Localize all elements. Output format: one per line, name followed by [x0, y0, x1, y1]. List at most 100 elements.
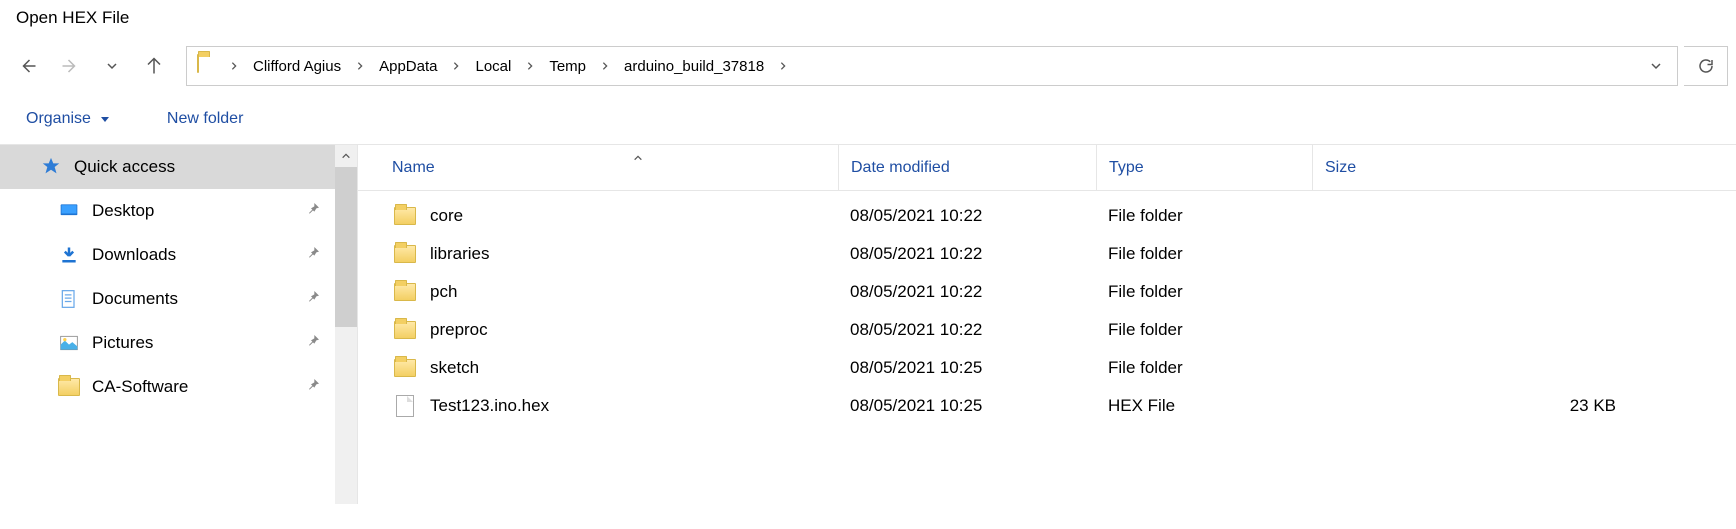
column-header-label: Name [392, 159, 435, 177]
file-list: core 08/05/2021 10:22 File folder librar… [358, 191, 1736, 425]
column-header-label: Date modified [851, 159, 950, 177]
chevron-right-icon[interactable] [521, 61, 539, 71]
breadcrumb-item[interactable]: AppData [373, 54, 443, 79]
list-item[interactable]: Test123.ino.hex 08/05/2021 10:25 HEX Fil… [358, 387, 1736, 425]
star-pin-icon [40, 156, 62, 178]
sidebar-item-label: Documents [92, 289, 178, 309]
window-title: Open HEX File [0, 0, 1736, 38]
folder-icon [58, 376, 80, 398]
scrollbar-track[interactable] [335, 167, 357, 504]
pictures-icon [58, 332, 80, 354]
file-type: File folder [1096, 282, 1312, 302]
scroll-up-button[interactable] [335, 145, 357, 167]
back-button[interactable] [10, 48, 46, 84]
new-folder-button[interactable]: New folder [167, 110, 243, 128]
up-button[interactable] [136, 48, 172, 84]
list-item[interactable]: pch 08/05/2021 10:22 File folder [358, 273, 1736, 311]
downloads-icon [58, 244, 80, 266]
toolbar: Organise New folder [0, 94, 1736, 145]
sidebar-item-documents[interactable]: Documents [0, 277, 357, 321]
sidebar-item-pictures[interactable]: Pictures [0, 321, 357, 365]
folder-icon [394, 357, 416, 379]
file-list-panel: Name Date modified Type Size core 08/05/… [358, 145, 1736, 504]
file-icon [394, 395, 416, 417]
breadcrumb-item[interactable]: arduino_build_37818 [618, 54, 770, 79]
pin-icon [305, 289, 321, 310]
organise-label: Organise [26, 110, 91, 128]
chevron-up-icon [341, 151, 351, 161]
file-name: sketch [430, 358, 479, 378]
file-date: 08/05/2021 10:22 [838, 320, 1096, 340]
file-type: File folder [1096, 358, 1312, 378]
list-item[interactable]: core 08/05/2021 10:22 File folder [358, 197, 1736, 235]
column-header-name[interactable]: Name [358, 159, 838, 177]
chevron-down-icon [1650, 60, 1662, 72]
pin-icon [305, 245, 321, 266]
chevron-right-icon[interactable] [774, 61, 792, 71]
breadcrumb: Clifford Agius AppData Local Temp arduin… [193, 54, 1641, 79]
sidebar: Quick access Desktop Downloads [0, 145, 358, 504]
file-date: 08/05/2021 10:22 [838, 206, 1096, 226]
chevron-right-icon[interactable] [351, 61, 369, 71]
file-name: core [430, 206, 463, 226]
file-type: HEX File [1096, 396, 1312, 416]
column-headers: Name Date modified Type Size [358, 145, 1736, 191]
scrollbar-thumb[interactable] [335, 167, 357, 327]
pin-icon [305, 377, 321, 398]
sidebar-item-ca-software[interactable]: CA-Software [0, 365, 357, 409]
recent-locations-button[interactable] [94, 48, 130, 84]
sidebar-item-label: Downloads [92, 245, 176, 265]
breadcrumb-item[interactable]: Temp [543, 54, 592, 79]
column-header-label: Size [1325, 159, 1356, 177]
address-bar[interactable]: Clifford Agius AppData Local Temp arduin… [186, 46, 1678, 86]
file-name: libraries [430, 244, 490, 264]
desktop-icon [58, 200, 80, 222]
documents-icon [58, 288, 80, 310]
file-date: 08/05/2021 10:25 [838, 396, 1096, 416]
file-date: 08/05/2021 10:22 [838, 282, 1096, 302]
file-size: 23 KB [1312, 396, 1736, 416]
folder-icon [394, 319, 416, 341]
chevron-right-icon[interactable] [447, 61, 465, 71]
sidebar-item-quick-access[interactable]: Quick access [0, 145, 357, 189]
navigation-row: Clifford Agius AppData Local Temp arduin… [0, 38, 1736, 94]
file-date: 08/05/2021 10:25 [838, 358, 1096, 378]
sidebar-item-desktop[interactable]: Desktop [0, 189, 357, 233]
chevron-down-icon [106, 60, 118, 72]
file-type: File folder [1096, 244, 1312, 264]
file-name: Test123.ino.hex [430, 396, 549, 416]
triangle-down-icon [99, 113, 111, 125]
address-dropdown-button[interactable] [1641, 47, 1671, 85]
forward-button[interactable] [52, 48, 88, 84]
sidebar-item-label: Pictures [92, 333, 153, 353]
column-header-label: Type [1109, 159, 1144, 177]
chevron-right-icon[interactable] [596, 61, 614, 71]
list-item[interactable]: libraries 08/05/2021 10:22 File folder [358, 235, 1736, 273]
list-item[interactable]: preproc 08/05/2021 10:22 File folder [358, 311, 1736, 349]
column-header-type[interactable]: Type [1096, 145, 1312, 190]
file-name: preproc [430, 320, 488, 340]
breadcrumb-item[interactable]: Local [469, 54, 517, 79]
file-name: pch [430, 282, 457, 302]
pin-icon [305, 201, 321, 222]
sidebar-item-label: Desktop [92, 201, 154, 221]
column-header-date[interactable]: Date modified [838, 145, 1096, 190]
file-date: 08/05/2021 10:22 [838, 244, 1096, 264]
arrow-right-icon [61, 57, 79, 75]
breadcrumb-item[interactable]: Clifford Agius [247, 54, 347, 79]
column-header-size[interactable]: Size [1312, 145, 1736, 190]
sidebar-item-downloads[interactable]: Downloads [0, 233, 357, 277]
folder-icon [394, 243, 416, 265]
list-item[interactable]: sketch 08/05/2021 10:25 File folder [358, 349, 1736, 387]
chevron-right-icon[interactable] [225, 61, 243, 71]
sidebar-item-label: Quick access [74, 157, 175, 177]
refresh-button[interactable] [1684, 46, 1728, 86]
folder-icon [394, 205, 416, 227]
sidebar-item-label: CA-Software [92, 377, 188, 397]
arrow-left-icon [19, 57, 37, 75]
pin-icon [305, 333, 321, 354]
folder-icon [394, 281, 416, 303]
sort-asc-icon [633, 150, 643, 168]
organise-button[interactable]: Organise [26, 110, 111, 128]
folder-icon [197, 55, 219, 77]
